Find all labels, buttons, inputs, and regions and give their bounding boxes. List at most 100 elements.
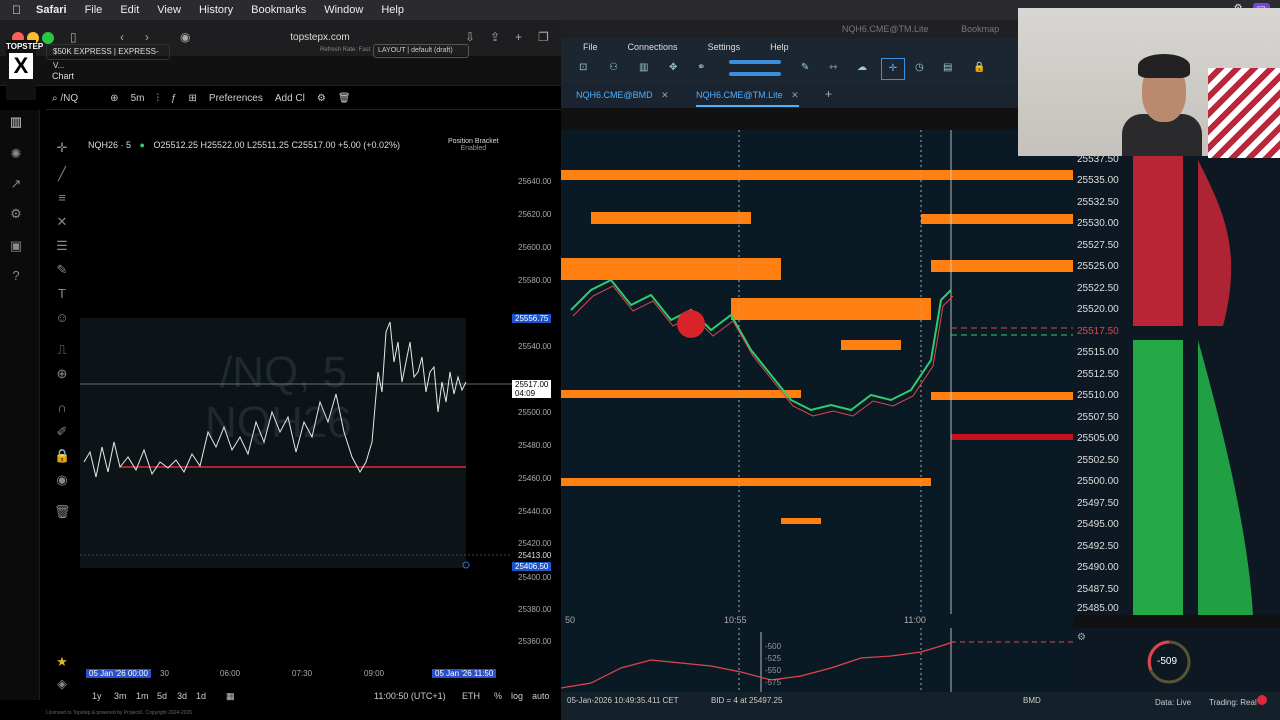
position-bracket-toggle[interactable]: Position Bracket Enabled (448, 138, 499, 152)
pattern-icon[interactable]: ✕ (54, 214, 70, 230)
bar-style-icon[interactable]: ⫶ (156, 93, 159, 104)
text-icon[interactable]: T (54, 286, 70, 302)
calendar-icon[interactable]: ▦ (226, 691, 235, 702)
crosshair-icon[interactable]: ✛ (881, 58, 905, 80)
ruler-icon[interactable]: ⇿ (829, 62, 837, 73)
back-icon[interactable]: ‹ (120, 30, 124, 44)
tv-icon[interactable]: ▣ (8, 238, 24, 254)
bm-menu-file[interactable]: File (583, 42, 598, 52)
time-axis[interactable]: 05 Jan '26 00:00 30 06:00 07:30 09:00 05… (80, 665, 561, 681)
heatmap-contrast-slider[interactable] (729, 60, 781, 64)
help-icon[interactable]: ? (8, 268, 24, 284)
eth-toggle[interactable]: ETH (462, 691, 480, 701)
lock-icon[interactable]: 🔒 (54, 448, 70, 464)
menu-help[interactable]: Help (381, 4, 404, 16)
heatmap-brightness-slider[interactable] (729, 72, 781, 76)
percent-toggle[interactable]: % (494, 691, 502, 701)
widget-icon[interactable]: ✥ (669, 62, 677, 73)
templates-icon[interactable]: ⊞ (189, 93, 197, 104)
comment-icon[interactable]: ☁ (857, 62, 867, 73)
zoom-window-button[interactable] (42, 32, 54, 44)
tab-tm-lite[interactable]: NQH6.CME@TM.Lite ✕ (696, 90, 799, 107)
trendline-icon[interactable]: ╱ (54, 166, 70, 182)
range-1d[interactable]: 1d (196, 691, 206, 701)
settings-icon[interactable]: ⚙ (8, 206, 24, 222)
privacy-icon[interactable]: ◉ (180, 30, 190, 44)
layers-icon[interactable]: ◈ (54, 676, 70, 692)
emoji-icon[interactable]: ☺ (54, 310, 70, 326)
chart-tab[interactable]: Chart (52, 71, 74, 81)
settings-icon[interactable]: ⚙ (317, 93, 326, 104)
menu-app[interactable]: Safari (36, 4, 67, 16)
range-1m[interactable]: 1m (136, 691, 149, 701)
pencil-lock-icon[interactable]: ✐ (54, 424, 70, 440)
tab-bmd[interactable]: NQH6.CME@BMD ✕ (576, 90, 669, 101)
range-5d[interactable]: 5d (157, 691, 167, 701)
download-icon[interactable]: ⇩ (465, 30, 475, 44)
time-range-end: 05 Jan '26 11:50 (432, 669, 497, 678)
favorite-star-icon[interactable]: ★ (54, 654, 70, 670)
analytics-icon[interactable]: ↗ (8, 176, 24, 192)
bm-menu-settings[interactable]: Settings (708, 42, 741, 52)
share-icon[interactable]: ⇪ (490, 30, 500, 44)
fit-icon[interactable]: ⊡ (579, 62, 587, 73)
dom-ladder[interactable]: 25537.50 25535.00 25532.50 25530.00 2552… (1073, 130, 1280, 615)
network-icon[interactable]: ⚇ (609, 62, 618, 73)
cvd-panel[interactable]: -500 -525 -550 -575 (560, 628, 1073, 692)
magnet-icon[interactable]: ∩ (54, 400, 70, 416)
bm-menu-help[interactable]: Help (770, 42, 789, 52)
menu-edit[interactable]: Edit (120, 4, 139, 16)
clock-display[interactable]: 11:00:50 (UTC+1) (374, 691, 446, 701)
timer-icon[interactable]: ◷ (915, 62, 924, 73)
lock-icon[interactable]: 🔒 (973, 62, 985, 73)
apple-icon[interactable]:  (12, 3, 21, 17)
menu-file[interactable]: File (85, 4, 103, 16)
menu-history[interactable]: History (199, 4, 233, 16)
symbol-search[interactable]: ⌕ /NQ (52, 93, 78, 104)
heatmap-chart[interactable] (561, 130, 1073, 615)
indicators-icon[interactable]: ƒ (171, 93, 177, 104)
ruler-icon[interactable]: ⎍ (54, 342, 70, 358)
trash-icon[interactable]: 🗑 (54, 504, 71, 520)
chart-icon[interactable]: ▥ (8, 114, 24, 130)
eye-icon[interactable]: ◉ (54, 472, 70, 488)
add-button[interactable]: Add Cl (275, 93, 305, 104)
globe-icon[interactable]: ✺ (8, 146, 24, 162)
account-selector[interactable]: $50K EXPRESS | EXPRESS-V... (46, 44, 170, 70)
range-3m[interactable]: 3m (114, 691, 127, 701)
close-icon[interactable]: ✕ (791, 90, 799, 100)
log-toggle[interactable]: log (511, 691, 523, 701)
chart-icon[interactable]: ▥ (639, 62, 648, 73)
pencil-icon[interactable]: ✎ (801, 62, 809, 73)
layout-selector[interactable]: LAYOUT | default (draft) (373, 44, 469, 58)
crosshair-icon[interactable]: ✛ (54, 140, 70, 156)
link-icon[interactable]: ⚭ (697, 62, 705, 73)
trash-icon[interactable]: 🗑 (338, 93, 351, 104)
bm-menu-connections[interactable]: Connections (628, 42, 678, 52)
zoom-in-icon[interactable]: ⊕ (54, 366, 70, 382)
horizontal-lines-icon[interactable]: ≡ (54, 190, 70, 206)
logo-x: X (9, 53, 33, 79)
brush-icon[interactable]: ✎ (54, 262, 70, 278)
tab-tm-lite-label: NQH6.CME@TM.Lite (696, 90, 783, 100)
price-axis[interactable]: 25640.00 25620.00 25600.00 25580.00 2555… (512, 132, 561, 652)
range-3d[interactable]: 3d (177, 691, 187, 701)
menu-bookmarks[interactable]: Bookmarks (251, 4, 306, 16)
range-1y[interactable]: 1y (92, 691, 102, 701)
camera-icon[interactable]: ▤ (943, 62, 952, 73)
price-chart[interactable]: /NQ, 5 NQH26 (80, 132, 512, 652)
interval-selector[interactable]: 5m (131, 93, 145, 104)
add-symbol-icon[interactable]: ⊕ (110, 93, 118, 104)
close-icon[interactable]: ✕ (661, 90, 669, 100)
menu-view[interactable]: View (157, 4, 181, 16)
forward-icon[interactable]: › (145, 30, 149, 44)
fib-icon[interactable]: ☰ (54, 238, 70, 254)
sidebar-toggle-icon[interactable]: ▯ (70, 30, 77, 44)
preferences-button[interactable]: Preferences (209, 93, 263, 104)
menu-window[interactable]: Window (324, 4, 363, 16)
tabs-overview-icon[interactable]: ❐ (538, 30, 549, 44)
auto-toggle[interactable]: auto (532, 691, 550, 701)
add-tab-button[interactable]: + (825, 87, 832, 101)
new-tab-icon[interactable]: + (515, 30, 522, 44)
settings-icon[interactable]: ⚙ (1077, 632, 1086, 643)
